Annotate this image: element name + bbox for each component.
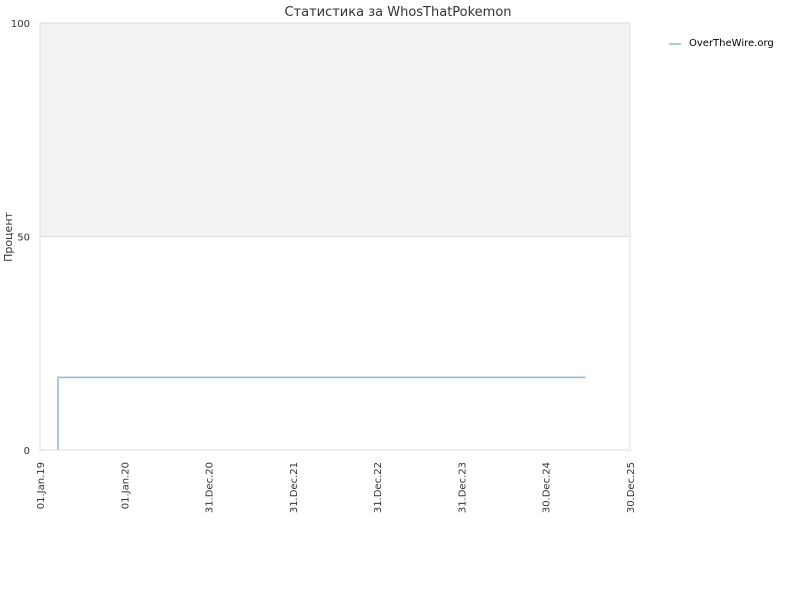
x-tick-label: 01.Jan.20 [120, 462, 131, 509]
x-tick-label: 30.Dec.24 [542, 462, 553, 513]
chart: Статистика за WhosThatPokemon Процент 0 5… [0, 0, 800, 600]
x-tick-label: 31.Dec.20 [205, 462, 216, 513]
x-tick-label: 31.Dec.21 [289, 462, 300, 513]
y-axis-label: Процент [2, 211, 15, 261]
legend-label: OverTheWire.org [689, 38, 774, 49]
x-tick-label: 31.Dec.23 [457, 462, 468, 513]
chart-title: Статистика за WhosThatPokemon [284, 5, 511, 20]
y-tick-label: 0 [24, 446, 30, 457]
y-tick-label: 100 [11, 19, 30, 30]
y-tick-label: 50 [17, 233, 30, 244]
x-tick-label: 30.Dec.25 [626, 462, 637, 513]
x-tick-label: 31.Dec.22 [373, 462, 384, 513]
x-tick-label: 01.Jan.19 [36, 462, 47, 509]
upper-band [40, 23, 630, 237]
